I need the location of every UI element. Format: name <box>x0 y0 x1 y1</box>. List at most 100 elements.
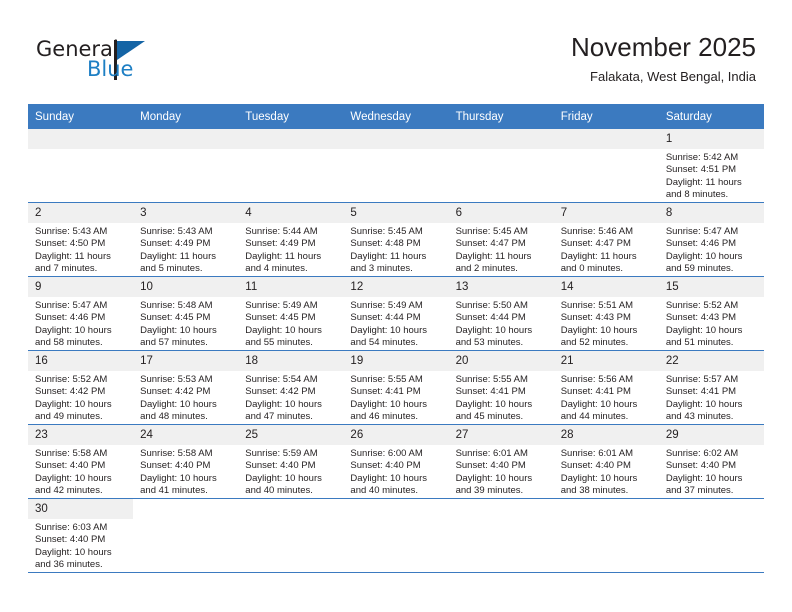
day-sun-info: Sunrise: 6:01 AM Sunset: 4:40 PM Daylight:… <box>554 445 659 498</box>
day-sun-info: Sunrise: 5:49 AM Sunset: 4:45 PM Daylight:… <box>238 297 343 350</box>
sunset-text: Sunset: 4:41 PM <box>665 386 737 398</box>
sunset-text: Sunset: 4:47 PM <box>455 238 526 250</box>
day-sun-info: Sunrise: 5:45 AM Sunset: 4:47 PM Daylight:… <box>449 223 554 276</box>
daylight-text-line1: Daylight: 10 hours <box>665 472 743 484</box>
day-cell-3[interactable]: 3 Sunrise: 5:43 AM Sunset: 4:49 PM Daylight… <box>133 202 239 277</box>
day-cell-16[interactable]: 16 Sunrise: 5:52 AM Sunset: 4:42 PM Dayligh… <box>28 350 134 425</box>
sunset-text: Sunset: 4:40 PM <box>35 534 106 546</box>
daylight-text-line2: and 42 minutes. <box>35 485 103 497</box>
day-cell-24[interactable]: 24 Sunrise: 5:58 AM Sunset: 4:40 PM Dayligh… <box>133 424 239 499</box>
weekday-header-wednesday: Wednesday <box>343 104 449 129</box>
sunset-text: Sunset: 4:49 PM <box>245 238 316 250</box>
sunset-text: Sunset: 4:47 PM <box>560 238 631 250</box>
day-sun-info: Sunrise: 5:56 AM Sunset: 4:41 PM Daylight:… <box>554 371 659 424</box>
daylight-text-line1: Daylight: 10 hours <box>455 324 533 336</box>
day-cell-2[interactable]: 2 Sunrise: 5:43 AM Sunset: 4:50 PM Daylight… <box>28 202 134 277</box>
day-cell-1[interactable]: 1 Sunrise: 5:42 AM Sunset: 4:51 PM Daylight… <box>658 129 764 203</box>
sunset-text: Sunset: 4:43 PM <box>665 312 737 324</box>
daylight-text-line2: and 40 minutes. <box>350 485 419 497</box>
day-cell-22[interactable]: 22 Sunrise: 5:57 AM Sunset: 4:41 PM Dayligh… <box>658 350 764 425</box>
sunset-text: Sunset: 4:40 PM <box>35 460 106 472</box>
day-cell-trailing-blank <box>238 498 344 573</box>
day-cell-20[interactable]: 20 Sunrise: 5:55 AM Sunset: 4:41 PM Dayligh… <box>448 350 554 425</box>
day-cell-5[interactable]: 5 Sunrise: 5:45 AM Sunset: 4:48 PM Daylight… <box>343 202 449 277</box>
day-cell-4[interactable]: 4 Sunrise: 5:44 AM Sunset: 4:49 PM Daylight… <box>238 202 344 277</box>
day-sun-info: Sunrise: 6:01 AM Sunset: 4:40 PM Daylight:… <box>449 445 554 498</box>
day-number: 5 <box>343 203 449 223</box>
calendar-week-row: 16 Sunrise: 5:52 AM Sunset: 4:42 PM Dayligh… <box>28 350 764 425</box>
sunrise-text: Sunrise: 5:43 AM <box>140 226 213 237</box>
daylight-text-line1: Daylight: 10 hours <box>140 472 217 484</box>
sunrise-text: Sunrise: 5:56 AM <box>560 374 634 385</box>
sunrise-text: Sunrise: 6:01 AM <box>560 448 634 459</box>
day-cell-inner: 30 Sunrise: 6:03 AM Sunset: 4:40 PM Dayligh… <box>28 499 134 572</box>
day-cell-6[interactable]: 6 Sunrise: 5:45 AM Sunset: 4:47 PM Daylight… <box>448 202 554 277</box>
weekday-header-row: Sunday Monday Tuesday Wednesday Thursday… <box>28 104 764 129</box>
day-number: 8 <box>658 203 764 223</box>
sunset-text: Sunset: 4:45 PM <box>140 312 211 324</box>
daylight-text-line2: and 7 minutes. <box>35 263 98 275</box>
daylight-text-line2: and 37 minutes. <box>665 485 734 497</box>
day-cell-inner: 5 Sunrise: 5:45 AM Sunset: 4:48 PM Daylight… <box>343 203 449 276</box>
day-cell-11[interactable]: 11 Sunrise: 5:49 AM Sunset: 4:45 PM Dayligh… <box>238 276 344 351</box>
daylight-text-line1: Daylight: 10 hours <box>350 472 427 484</box>
day-cell-25[interactable]: 25 Sunrise: 5:59 AM Sunset: 4:40 PM Dayligh… <box>238 424 344 499</box>
day-cell-19[interactable]: 19 Sunrise: 5:55 AM Sunset: 4:41 PM Dayligh… <box>343 350 449 425</box>
day-cell-14[interactable]: 14 Sunrise: 5:51 AM Sunset: 4:43 PM Dayligh… <box>553 276 659 351</box>
brand-name-blue: Blue <box>87 57 134 81</box>
day-cell-13[interactable]: 13 Sunrise: 5:50 AM Sunset: 4:44 PM Dayligh… <box>448 276 554 351</box>
daylight-text-line2: and 45 minutes. <box>455 411 524 423</box>
daylight-text-line2: and 41 minutes. <box>140 485 208 497</box>
weekday-header-tuesday: Tuesday <box>238 104 344 129</box>
sunrise-text: Sunrise: 5:43 AM <box>35 226 108 237</box>
day-cell-12[interactable]: 12 Sunrise: 5:49 AM Sunset: 4:44 PM Dayligh… <box>343 276 449 351</box>
day-cell-18[interactable]: 18 Sunrise: 5:54 AM Sunset: 4:42 PM Dayligh… <box>238 350 344 425</box>
day-cell-30[interactable]: 30 Sunrise: 6:03 AM Sunset: 4:40 PM Dayligh… <box>28 498 134 573</box>
day-cell-21[interactable]: 21 Sunrise: 5:56 AM Sunset: 4:41 PM Dayligh… <box>553 350 659 425</box>
day-cell-8[interactable]: 8 Sunrise: 5:47 AM Sunset: 4:46 PM Daylight… <box>658 202 764 277</box>
day-cell-inner: 3 Sunrise: 5:43 AM Sunset: 4:49 PM Daylight… <box>133 203 239 276</box>
day-number: 19 <box>343 351 449 371</box>
daylight-text-line1: Daylight: 10 hours <box>560 324 638 336</box>
sunrise-text: Sunrise: 5:55 AM <box>350 374 423 385</box>
empty-day-band <box>448 129 554 149</box>
day-cell-23[interactable]: 23 Sunrise: 5:58 AM Sunset: 4:40 PM Dayligh… <box>28 424 134 499</box>
weekday-header-thursday: Thursday <box>448 104 554 129</box>
day-number: 7 <box>553 203 659 223</box>
day-cell-15[interactable]: 15 Sunrise: 5:52 AM Sunset: 4:43 PM Dayligh… <box>658 276 764 351</box>
day-number: 25 <box>238 425 344 445</box>
day-cell-10[interactable]: 10 Sunrise: 5:48 AM Sunset: 4:45 PM Dayligh… <box>133 276 239 351</box>
day-sun-info: Sunrise: 5:52 AM Sunset: 4:43 PM Daylight:… <box>659 297 764 350</box>
daylight-text-line2: and 57 minutes. <box>140 337 208 349</box>
sunset-text: Sunset: 4:40 PM <box>245 460 316 472</box>
day-cell-26[interactable]: 26 Sunrise: 6:00 AM Sunset: 4:40 PM Dayligh… <box>343 424 449 499</box>
day-cell-27[interactable]: 27 Sunrise: 6:01 AM Sunset: 4:40 PM Dayligh… <box>448 424 554 499</box>
day-cell-17[interactable]: 17 Sunrise: 5:53 AM Sunset: 4:42 PM Dayligh… <box>133 350 239 425</box>
sunrise-text: Sunrise: 5:46 AM <box>560 226 634 237</box>
day-sun-info: Sunrise: 5:55 AM Sunset: 4:41 PM Daylight:… <box>343 371 448 424</box>
sunset-text: Sunset: 4:48 PM <box>350 238 421 250</box>
day-sun-info: Sunrise: 5:52 AM Sunset: 4:42 PM Daylight:… <box>28 371 133 424</box>
day-cell-inner: 4 Sunrise: 5:44 AM Sunset: 4:49 PM Daylight… <box>238 203 344 276</box>
day-number: 15 <box>658 277 764 297</box>
day-number: 24 <box>133 425 239 445</box>
daylight-text-line2: and 43 minutes. <box>665 411 734 423</box>
day-sun-info: Sunrise: 6:02 AM Sunset: 4:40 PM Daylight:… <box>659 445 764 498</box>
day-cell-9[interactable]: 9 Sunrise: 5:47 AM Sunset: 4:46 PM Daylight… <box>28 276 134 351</box>
day-cell-7[interactable]: 7 Sunrise: 5:46 AM Sunset: 4:47 PM Daylight… <box>553 202 659 277</box>
sunrise-text: Sunrise: 5:48 AM <box>140 300 213 311</box>
calendar-week-row: 23 Sunrise: 5:58 AM Sunset: 4:40 PM Dayligh… <box>28 424 764 499</box>
day-cell-inner: 6 Sunrise: 5:45 AM Sunset: 4:47 PM Daylight… <box>448 203 554 276</box>
day-number: 12 <box>343 277 449 297</box>
brand-logo[interactable]: General Blue <box>36 38 176 88</box>
day-sun-info: Sunrise: 5:58 AM Sunset: 4:40 PM Daylight:… <box>133 445 238 498</box>
day-cell-28[interactable]: 28 Sunrise: 6:01 AM Sunset: 4:40 PM Dayligh… <box>553 424 659 499</box>
weekday-header-sunday: Sunday <box>28 104 134 129</box>
calendar-week-row: 30 Sunrise: 6:03 AM Sunset: 4:40 PM Dayligh… <box>28 498 764 573</box>
sunrise-text: Sunrise: 5:51 AM <box>560 300 634 311</box>
day-number: 16 <box>28 351 134 371</box>
sunrise-text: Sunrise: 5:58 AM <box>140 448 213 459</box>
day-cell-29[interactable]: 29 Sunrise: 6:02 AM Sunset: 4:40 PM Dayligh… <box>658 424 764 499</box>
day-cell-inner: 12 Sunrise: 5:49 AM Sunset: 4:44 PM Dayligh… <box>343 277 449 350</box>
day-cell-inner: 28 Sunrise: 6:01 AM Sunset: 4:40 PM Dayligh… <box>553 425 659 498</box>
